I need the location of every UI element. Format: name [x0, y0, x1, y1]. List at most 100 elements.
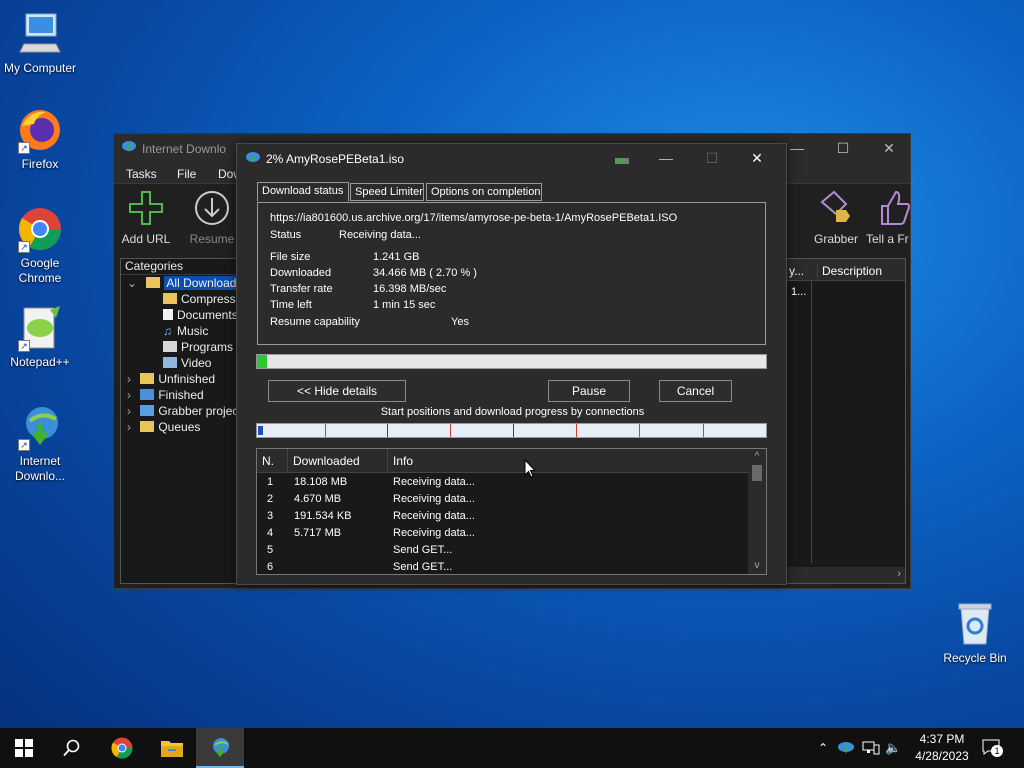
hide-details-button[interactable]: << Hide details — [268, 380, 406, 402]
close-button[interactable]: ✕ — [734, 144, 780, 172]
downloads-list[interactable]: y... Description 1... › — [786, 258, 906, 584]
row-number: 6 — [267, 561, 274, 573]
column-header-downloaded[interactable]: Downloaded — [288, 449, 388, 473]
tree-label: All Downloads — [164, 276, 245, 290]
table-row[interactable]: 6 Send GET... — [257, 559, 747, 574]
table-row[interactable]: 2 4.670 MB Receiving data... — [257, 491, 747, 508]
connections-table[interactable]: N. Downloaded Info 1 18.108 MB Receiving… — [256, 448, 767, 575]
downloads-list-header: y... Description — [787, 259, 905, 281]
desktop-icon-recycle-bin[interactable]: Recycle Bin — [935, 600, 1015, 666]
connection-start-marker — [513, 424, 514, 437]
row-number: 2 — [267, 493, 274, 505]
show-hidden-icons-button[interactable]: ⌃ — [814, 728, 832, 768]
desktop-icon-my-computer[interactable]: My Computer — [0, 10, 80, 76]
download-status-panel: https://ia801600.us.archive.org/17/items… — [257, 202, 766, 345]
time-left-label: Time left — [270, 299, 312, 311]
scroll-down-arrow-icon[interactable]: v — [748, 558, 766, 574]
idm-app-icon — [121, 140, 137, 154]
mouse-cursor-icon — [524, 458, 537, 479]
scroll-right-arrow-icon[interactable]: › — [897, 568, 901, 580]
row-info: Receiving data... — [393, 527, 475, 539]
menu-file[interactable]: File — [177, 167, 196, 181]
tree-item-video[interactable]: Video — [163, 356, 211, 372]
pause-button[interactable]: Pause — [548, 380, 630, 402]
table-row[interactable]: 4 5.717 MB Receiving data... — [257, 525, 747, 542]
download-progress-bar — [256, 354, 767, 369]
tree-item-all-downloads[interactable]: ⌄ All Downloads — [127, 276, 245, 292]
scrollbar-thumb[interactable] — [752, 465, 762, 481]
time-left-value: 1 min 15 sec — [373, 299, 436, 311]
tab-download-status[interactable]: Download status — [257, 182, 349, 202]
column-header-number[interactable]: N. — [257, 449, 288, 473]
notification-center-button[interactable]: 1 — [982, 739, 1003, 757]
row-downloaded: 18.108 MB — [294, 476, 348, 488]
tree-item-programs[interactable]: Programs — [163, 340, 233, 356]
desktop-icon-internet-download-manager[interactable]: ↗ Internet Downlo... — [0, 403, 80, 484]
list-item[interactable]: 1... — [791, 286, 806, 298]
maximize-button[interactable]: ☐ — [689, 144, 735, 172]
tree-item-compressed[interactable]: Compresse — [163, 292, 242, 308]
download-progress-dialog[interactable]: 2% AmyRosePEBeta1.iso — ☐ ✕ Download sta… — [236, 143, 787, 585]
tray-idm-icon[interactable] — [837, 740, 855, 756]
network-icon[interactable] — [862, 741, 880, 755]
column-header-description[interactable]: Description — [817, 264, 882, 278]
row-info: Send GET... — [393, 561, 453, 573]
chrome-icon — [111, 737, 133, 759]
connection-start-marker — [325, 424, 326, 437]
desktop-icon-notepad-plus-plus[interactable]: ↗ Notepad++ — [0, 304, 80, 370]
resume-capability-label: Resume capability — [270, 316, 360, 328]
minimize-button[interactable]: — — [643, 144, 689, 172]
finished-folder-icon — [140, 389, 155, 400]
desktop-icon-google-chrome[interactable]: ↗ Google Chrome — [0, 205, 80, 286]
scroll-up-arrow-icon[interactable]: ^ — [748, 449, 766, 465]
taskbar-chrome[interactable] — [98, 728, 146, 768]
expand-arrow-icon: › — [127, 420, 131, 434]
grabber-button[interactable]: Grabber — [804, 188, 868, 246]
tree-item-documents[interactable]: Documents — [163, 308, 238, 324]
horizontal-scrollbar[interactable]: › — [787, 567, 905, 583]
add-url-button[interactable]: Add URL — [114, 188, 178, 246]
shortcut-arrow-icon: ↗ — [18, 340, 30, 352]
desktop-icon-firefox[interactable]: ↗ Firefox — [0, 106, 80, 172]
expand-arrow-icon: › — [127, 372, 131, 386]
tree-label: Queues — [158, 420, 201, 434]
table-row[interactable]: 3 191.534 KB Receiving data... — [257, 508, 747, 525]
tree-item-queues[interactable]: › Queues — [127, 420, 200, 436]
connection-start-marker — [703, 424, 704, 437]
vertical-scrollbar[interactable]: ^ v — [748, 449, 766, 574]
connection-start-marker — [450, 424, 451, 437]
firefox-icon: ↗ — [16, 106, 64, 154]
tree-item-unfinished[interactable]: › Unfinished — [127, 372, 215, 388]
tab-speed-limiter[interactable]: Speed Limiter — [350, 183, 424, 201]
column-header-info[interactable]: Info — [388, 449, 745, 473]
clock[interactable]: 4:37 PM 4/28/2023 — [910, 728, 974, 768]
close-button[interactable]: ✕ — [866, 134, 912, 162]
notepad-plus-plus-icon: ↗ — [16, 304, 64, 352]
tree-item-music[interactable]: ♫ Music — [163, 324, 208, 340]
taskbar-file-explorer[interactable] — [148, 728, 196, 768]
resume-button[interactable]: Resume — [180, 188, 244, 246]
table-row[interactable]: 1 18.108 MB Receiving data... — [257, 474, 747, 491]
idm-icon: ↗ — [16, 403, 64, 451]
tree-item-finished[interactable]: › Finished — [127, 388, 204, 404]
search-button[interactable] — [48, 728, 96, 768]
tab-options-on-completion[interactable]: Options on completion — [426, 183, 542, 201]
video-icon — [163, 357, 177, 368]
tell-a-friend-button[interactable]: Tell a Fr — [866, 188, 912, 246]
idm-app-icon — [245, 151, 261, 165]
start-button[interactable] — [0, 728, 48, 768]
connections-table-header: N. Downloaded Info — [257, 449, 766, 473]
volume-icon[interactable]: 🔈 — [885, 728, 901, 768]
table-row[interactable]: 5 Send GET... — [257, 542, 747, 559]
shortcut-arrow-icon: ↗ — [18, 241, 30, 253]
taskbar-idm[interactable] — [196, 728, 244, 768]
cancel-button[interactable]: Cancel — [659, 380, 732, 402]
tree-label: Video — [181, 356, 212, 370]
column-header-partial[interactable]: y... — [789, 264, 804, 278]
tree-item-grabber-projects[interactable]: › Grabber projec — [127, 404, 238, 420]
dialog-titlebar[interactable]: 2% AmyRosePEBeta1.iso — ☐ ✕ — [237, 144, 786, 174]
menu-tasks[interactable]: Tasks — [126, 167, 157, 181]
maximize-button[interactable]: ☐ — [820, 134, 866, 162]
idm-icon — [213, 737, 229, 757]
connection-start-marker — [576, 424, 577, 437]
